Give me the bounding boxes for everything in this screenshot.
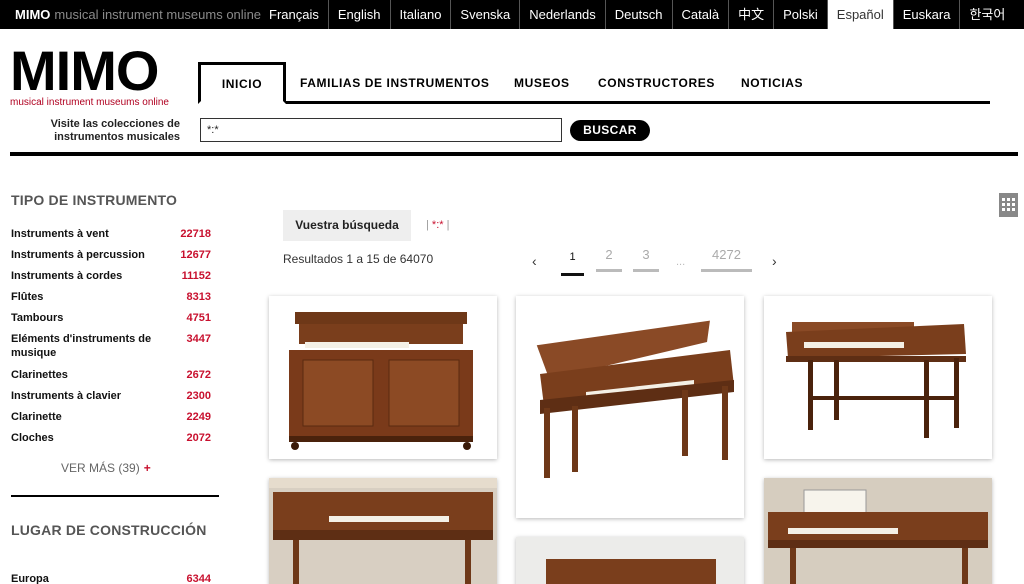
query-chip: Vuestra búsqueda: [283, 210, 411, 241]
tab-museos[interactable]: MUSEOS: [514, 76, 570, 90]
result-card[interactable]: [764, 296, 992, 459]
pager-page-label: 4272: [712, 247, 741, 262]
result-card[interactable]: [516, 296, 744, 518]
facet-count: 11152: [181, 270, 211, 282]
language-option-es[interactable]: Español: [826, 0, 893, 29]
search-input[interactable]: *:*: [200, 118, 562, 142]
facet-label: Clarinettes: [11, 369, 68, 381]
facet-item[interactable]: Europa 6344: [11, 572, 211, 584]
facet-label: Flûtes: [11, 291, 44, 303]
facet-count: 4751: [186, 312, 211, 324]
top-brand-short: MIMO: [15, 7, 51, 22]
pager-page-3[interactable]: 3: [633, 247, 659, 272]
query-term-value: *:*: [431, 219, 444, 231]
facet-count: 2672: [186, 369, 211, 381]
facet-count: 2300: [186, 390, 211, 402]
logo-subtitle: musical instrument museums online: [10, 97, 169, 108]
facet-label: Instruments à vent: [11, 228, 109, 240]
facet-item[interactable]: Instruments à vent 22718: [11, 227, 211, 241]
language-option-sv[interactable]: Svenska: [450, 0, 519, 29]
language-option-fr[interactable]: Français: [260, 0, 328, 29]
language-option-nl[interactable]: Nederlands: [519, 0, 605, 29]
facet-label: Eléments d'instruments de musique: [11, 333, 152, 359]
site-logo[interactable]: MIMO musical instrument museums online: [10, 39, 182, 109]
result-image: [269, 478, 497, 584]
facet-item[interactable]: Clarinette 2249: [11, 410, 211, 424]
top-brand[interactable]: MIMO musical instrument museums online: [15, 7, 261, 22]
facet-item[interactable]: Clarinettes 2672: [11, 368, 211, 382]
plus-icon: +: [143, 461, 151, 475]
facet-item[interactable]: Instruments à cordes 11152: [11, 269, 211, 283]
facet-count: 12677: [180, 249, 211, 261]
language-option-ca[interactable]: Català: [671, 0, 729, 29]
facet-item[interactable]: Cloches 2072: [11, 431, 211, 445]
language-option-en[interactable]: English: [327, 0, 390, 29]
facet-label: Tambours: [11, 312, 64, 324]
facet-item[interactable]: Instruments à clavier 2300: [11, 389, 211, 403]
tab-noticias[interactable]: NOTICIAS: [741, 76, 803, 90]
pager-page-label: 2: [605, 247, 613, 262]
logo-wordmark: MIMO: [10, 39, 159, 102]
facet-item[interactable]: Eléments d'instruments de musique 3447: [11, 332, 211, 360]
query-term[interactable]: | *:* |: [426, 219, 449, 231]
facet-item[interactable]: Tambours 4751: [11, 311, 211, 325]
pager-page-label: 3: [642, 247, 650, 262]
tab-inicio[interactable]: INICIO: [198, 62, 286, 104]
result-card[interactable]: [269, 478, 497, 584]
see-more-label: VER MÁS (39): [61, 461, 140, 475]
language-option-de[interactable]: Deutsch: [604, 0, 672, 29]
see-more-link[interactable]: VER MÁS (39) +: [61, 461, 151, 475]
results-count: Resultados 1 a 15 de 64070: [283, 252, 434, 266]
grid-icon[interactable]: [999, 193, 1018, 217]
pager-prev-button[interactable]: ‹: [532, 253, 537, 269]
facet-label: Clarinette: [11, 411, 62, 423]
result-image: [269, 296, 497, 459]
pager-page-2[interactable]: 2: [596, 247, 622, 272]
facet-label: Instruments à percussion: [11, 249, 145, 261]
result-image: [764, 296, 992, 459]
main-nav: INICIO FAMILIAS DE INSTRUMENTOS MUSEOS C…: [198, 62, 990, 104]
facet-count: 8313: [186, 291, 211, 303]
language-option-zh[interactable]: 中文: [728, 0, 773, 29]
result-card[interactable]: [764, 478, 992, 584]
sidebar-divider: [11, 495, 219, 497]
result-card[interactable]: [516, 537, 744, 584]
tab-familias[interactable]: FAMILIAS DE INSTRUMENTOS: [300, 76, 490, 90]
result-card[interactable]: [269, 296, 497, 459]
language-option-eu[interactable]: Euskara: [892, 0, 960, 29]
facet-title-instrument-type: TIPO DE INSTRUMENTO: [11, 192, 178, 208]
pager-page-1[interactable]: 1: [561, 251, 584, 276]
language-option-ko[interactable]: 한국어: [959, 0, 1014, 29]
top-brand-long: musical instrument museums online: [54, 7, 262, 22]
pager-ellipsis: ...: [676, 256, 686, 268]
site-tagline: Visite las colecciones de instrumentos m…: [50, 118, 180, 143]
facet-title-place: LUGAR DE CONSTRUCCIÓN: [11, 522, 207, 538]
pager-page-last[interactable]: 4272: [701, 247, 752, 272]
facet-item[interactable]: Instruments à percussion 12677: [11, 248, 211, 262]
facet-label: Cloches: [11, 432, 54, 444]
result-image: [516, 296, 744, 518]
pager-page-label: 1: [569, 251, 576, 263]
language-option-pl[interactable]: Polski: [773, 0, 827, 29]
language-option-it[interactable]: Italiano: [389, 0, 451, 29]
language-list: Français English Italiano Svenska Nederl…: [260, 0, 1014, 29]
result-image: [764, 478, 992, 584]
header-divider: [10, 152, 1018, 156]
facet-count: 22718: [180, 228, 211, 240]
facet-count: 2072: [186, 432, 211, 444]
facet-count: 6344: [186, 573, 211, 584]
facet-count: 2249: [186, 411, 211, 423]
tab-constructores[interactable]: CONSTRUCTORES: [598, 76, 715, 90]
facet-label: Instruments à cordes: [11, 270, 123, 282]
facet-count: 3447: [186, 333, 211, 345]
search-button[interactable]: BUSCAR: [570, 120, 650, 141]
facet-label: Instruments à clavier: [11, 390, 122, 402]
facet-label: Europa: [11, 573, 49, 584]
language-bar: MIMO musical instrument museums online Fr…: [0, 0, 1024, 29]
pager-next-button[interactable]: ›: [772, 253, 777, 269]
result-image: [516, 537, 744, 584]
facet-item[interactable]: Flûtes 8313: [11, 290, 211, 304]
